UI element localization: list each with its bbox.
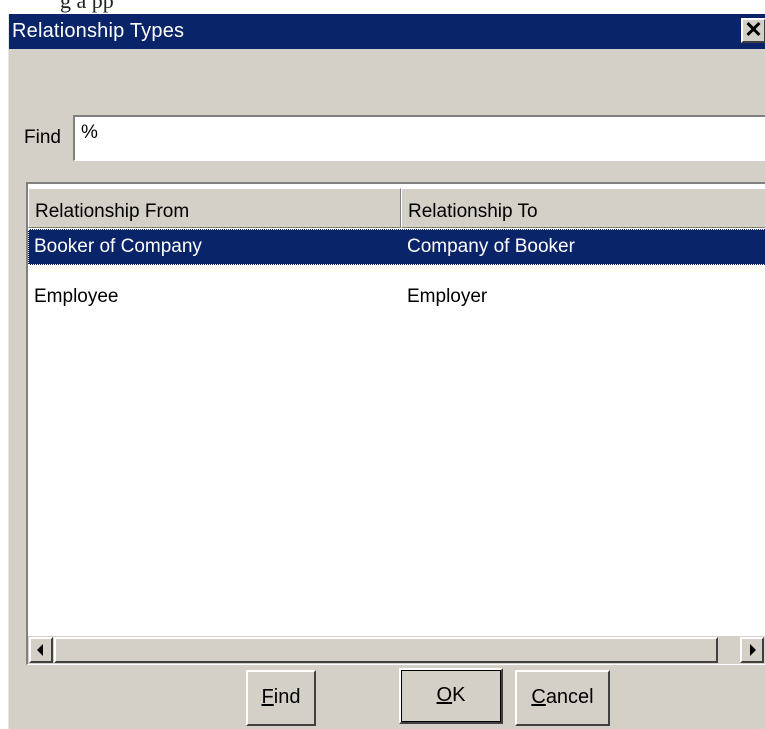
horizontal-scrollbar[interactable] (28, 636, 765, 664)
column-header-relationship-from[interactable]: Relationship From (28, 188, 401, 228)
cancel-button[interactable]: Cancel (515, 670, 610, 726)
relationship-grid[interactable]: Relationship From Relationship To Booker… (26, 182, 765, 665)
find-button-label: ind (273, 686, 301, 708)
arrow-right-icon (750, 644, 756, 656)
cancel-button-label: ancel (545, 686, 594, 708)
scroll-right-button[interactable] (740, 637, 764, 663)
cell-relationship-from: Employee (34, 286, 119, 307)
ok-button-accel: O (436, 684, 453, 706)
find-input[interactable] (73, 115, 765, 161)
cell-relationship-from: Booker of Company (34, 236, 202, 257)
dialog-title: Relationship Types (12, 20, 185, 42)
find-button-accel: F (261, 686, 274, 708)
background-caption-fragment: g a pp (60, 0, 114, 13)
close-icon: ✕ (744, 17, 763, 42)
title-bar[interactable]: Relationship Types ✕ (9, 14, 765, 49)
find-label: Find (24, 127, 61, 148)
cell-relationship-to: Employer (407, 286, 488, 307)
screen: g a pp Relationship Types ✕ Find Relatio… (0, 0, 765, 729)
scroll-thumb[interactable] (54, 637, 718, 663)
cancel-button-accel: C (531, 686, 546, 708)
ok-button[interactable]: OK (399, 668, 503, 724)
scroll-left-button[interactable] (29, 637, 53, 663)
ok-button-label: K (452, 684, 466, 706)
column-header-relationship-to[interactable]: Relationship To (401, 188, 765, 228)
relationship-types-dialog: Relationship Types ✕ Find Relationship F… (8, 14, 765, 729)
find-button[interactable]: Find (246, 670, 316, 726)
arrow-left-icon (37, 644, 43, 656)
close-button[interactable]: ✕ (741, 18, 765, 43)
table-row[interactable]: Booker of Company Company of Booker (28, 229, 765, 265)
cell-relationship-to: Company of Booker (407, 236, 575, 257)
grid-header: Relationship From Relationship To (28, 188, 765, 228)
table-row[interactable]: Employee Employer (28, 279, 765, 315)
